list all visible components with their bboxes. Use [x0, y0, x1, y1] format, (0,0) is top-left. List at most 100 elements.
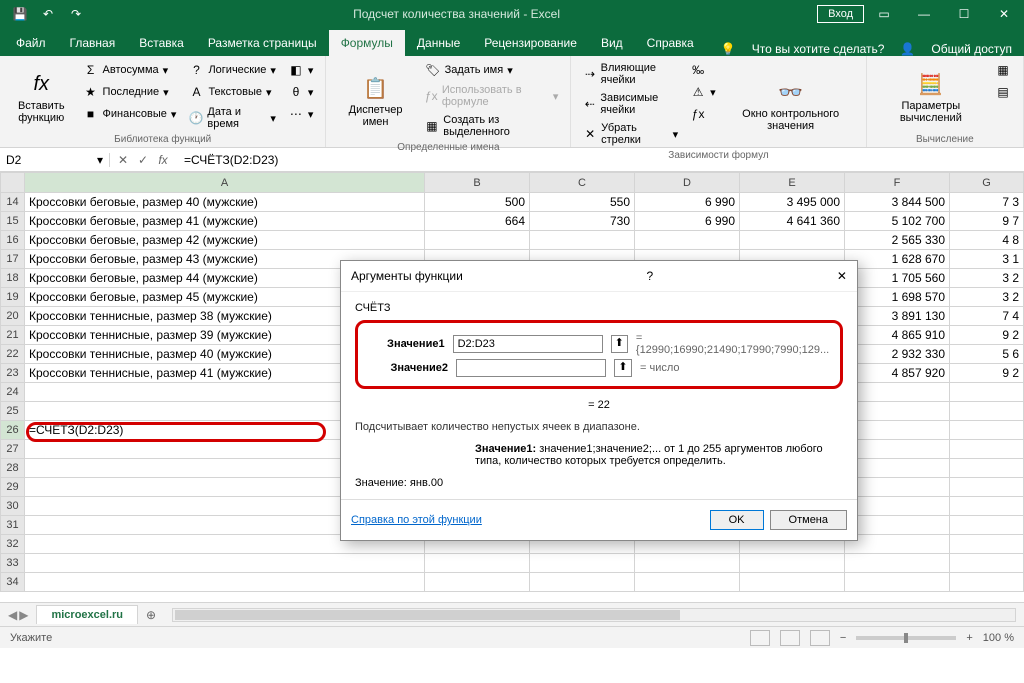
cell[interactable]: [425, 231, 530, 250]
text-button[interactable]: AТекстовые ▾: [184, 82, 279, 102]
cell[interactable]: 1 705 560: [845, 269, 950, 288]
cell[interactable]: 4 641 360: [740, 212, 845, 231]
financial-button[interactable]: ■Финансовые ▾: [79, 104, 181, 124]
cell[interactable]: 3 2: [950, 288, 1024, 307]
arg1-collapse-icon[interactable]: ⬆: [611, 335, 628, 353]
cell[interactable]: [635, 573, 740, 592]
share-button[interactable]: Общий доступ: [931, 42, 1012, 56]
cell[interactable]: [950, 497, 1024, 516]
tab-help[interactable]: Справка: [635, 30, 706, 56]
row-header[interactable]: 23: [1, 364, 25, 383]
lookup-button[interactable]: ◧▾: [284, 60, 318, 80]
zoom-slider[interactable]: [856, 636, 956, 640]
cell[interactable]: [950, 554, 1024, 573]
cell[interactable]: [845, 478, 950, 497]
col-header-b[interactable]: B: [425, 173, 530, 193]
row-header[interactable]: 20: [1, 307, 25, 326]
row-header[interactable]: 30: [1, 497, 25, 516]
zoom-in-icon[interactable]: +: [966, 632, 972, 644]
row-header[interactable]: 25: [1, 402, 25, 421]
cell[interactable]: [845, 440, 950, 459]
tab-pagelayout[interactable]: Разметка страницы: [196, 30, 329, 56]
name-box[interactable]: D2▾: [0, 153, 110, 167]
create-from-selection-button[interactable]: ▦Создать из выделенного: [421, 112, 563, 140]
sheet-prev-icon[interactable]: ◀: [8, 608, 17, 622]
tab-view[interactable]: Вид: [589, 30, 635, 56]
cell[interactable]: [845, 554, 950, 573]
cell[interactable]: 3 495 000: [740, 193, 845, 212]
select-all[interactable]: [1, 173, 25, 193]
cell[interactable]: 5 6: [950, 345, 1024, 364]
col-header-c[interactable]: C: [530, 173, 635, 193]
close-icon[interactable]: ✕: [984, 2, 1024, 26]
tab-formulas[interactable]: Формулы: [329, 30, 405, 56]
cell[interactable]: 3 844 500: [845, 193, 950, 212]
cell[interactable]: [740, 573, 845, 592]
undo-icon[interactable]: ↶: [36, 2, 60, 26]
cell[interactable]: [845, 573, 950, 592]
cell[interactable]: 4 8: [950, 231, 1024, 250]
cell[interactable]: [950, 459, 1024, 478]
trace-precedents-button[interactable]: ⇢Влияющие ячейки: [579, 60, 682, 88]
cell[interactable]: 730: [530, 212, 635, 231]
watch-window-button[interactable]: 👓 Окно контрольного значения: [724, 60, 858, 148]
cell[interactable]: [25, 573, 425, 592]
cell[interactable]: [530, 573, 635, 592]
zoom-out-icon[interactable]: −: [840, 632, 846, 644]
insert-function-button[interactable]: fx Вставить функцию: [8, 60, 75, 132]
row-header[interactable]: 34: [1, 573, 25, 592]
cell[interactable]: [950, 535, 1024, 554]
tab-review[interactable]: Рецензирование: [472, 30, 589, 56]
cell[interactable]: 2 932 330: [845, 345, 950, 364]
col-header-g[interactable]: G: [950, 173, 1024, 193]
dialog-help-icon[interactable]: ?: [647, 269, 654, 283]
sheet-next-icon[interactable]: ▶: [19, 608, 28, 622]
autosum-button[interactable]: ΣАвтосумма ▾: [79, 60, 181, 80]
cell[interactable]: [425, 554, 530, 573]
name-manager-button[interactable]: 📋 Диспетчер имен: [334, 60, 416, 140]
tab-data[interactable]: Данные: [405, 30, 472, 56]
cell[interactable]: [845, 497, 950, 516]
row-header[interactable]: 15: [1, 212, 25, 231]
cell[interactable]: 550: [530, 193, 635, 212]
cell[interactable]: 9 7: [950, 212, 1024, 231]
trace-dependents-button[interactable]: ⇠Зависимые ячейки: [579, 90, 682, 118]
cell[interactable]: [635, 231, 740, 250]
row-header[interactable]: 18: [1, 269, 25, 288]
cell[interactable]: 1 628 670: [845, 250, 950, 269]
cell[interactable]: 7 3: [950, 193, 1024, 212]
cell[interactable]: 9 2: [950, 364, 1024, 383]
row-header[interactable]: 24: [1, 383, 25, 402]
row-header[interactable]: 22: [1, 345, 25, 364]
cell[interactable]: [950, 440, 1024, 459]
cell[interactable]: 4 857 920: [845, 364, 950, 383]
cell[interactable]: [740, 231, 845, 250]
row-header[interactable]: 28: [1, 459, 25, 478]
dialog-close-icon[interactable]: ✕: [837, 269, 847, 283]
cell[interactable]: [845, 516, 950, 535]
cell[interactable]: [950, 383, 1024, 402]
fx-button-icon[interactable]: fx: [154, 153, 172, 167]
cell[interactable]: 6 990: [635, 193, 740, 212]
cell[interactable]: [530, 231, 635, 250]
cell[interactable]: [740, 554, 845, 573]
cell[interactable]: Кроссовки беговые, размер 41 (мужские): [25, 212, 425, 231]
define-name-button[interactable]: 🏷Задать имя ▾: [421, 60, 563, 80]
cell[interactable]: 500: [425, 193, 530, 212]
logical-button[interactable]: ?Логические ▾: [184, 60, 279, 80]
col-header-d[interactable]: D: [635, 173, 740, 193]
col-header-e[interactable]: E: [740, 173, 845, 193]
cell[interactable]: [845, 459, 950, 478]
row-header[interactable]: 19: [1, 288, 25, 307]
sheet-tab[interactable]: microexcel.ru: [36, 605, 138, 624]
save-icon[interactable]: 💾: [8, 2, 32, 26]
cell[interactable]: Кроссовки беговые, размер 42 (мужские): [25, 231, 425, 250]
tab-file[interactable]: Файл: [4, 30, 58, 56]
row-header[interactable]: 29: [1, 478, 25, 497]
cell[interactable]: [950, 573, 1024, 592]
cell[interactable]: [25, 554, 425, 573]
cell[interactable]: 6 990: [635, 212, 740, 231]
calc-sheet-button[interactable]: ▤: [991, 82, 1015, 102]
row-header[interactable]: 32: [1, 535, 25, 554]
cell[interactable]: 664: [425, 212, 530, 231]
